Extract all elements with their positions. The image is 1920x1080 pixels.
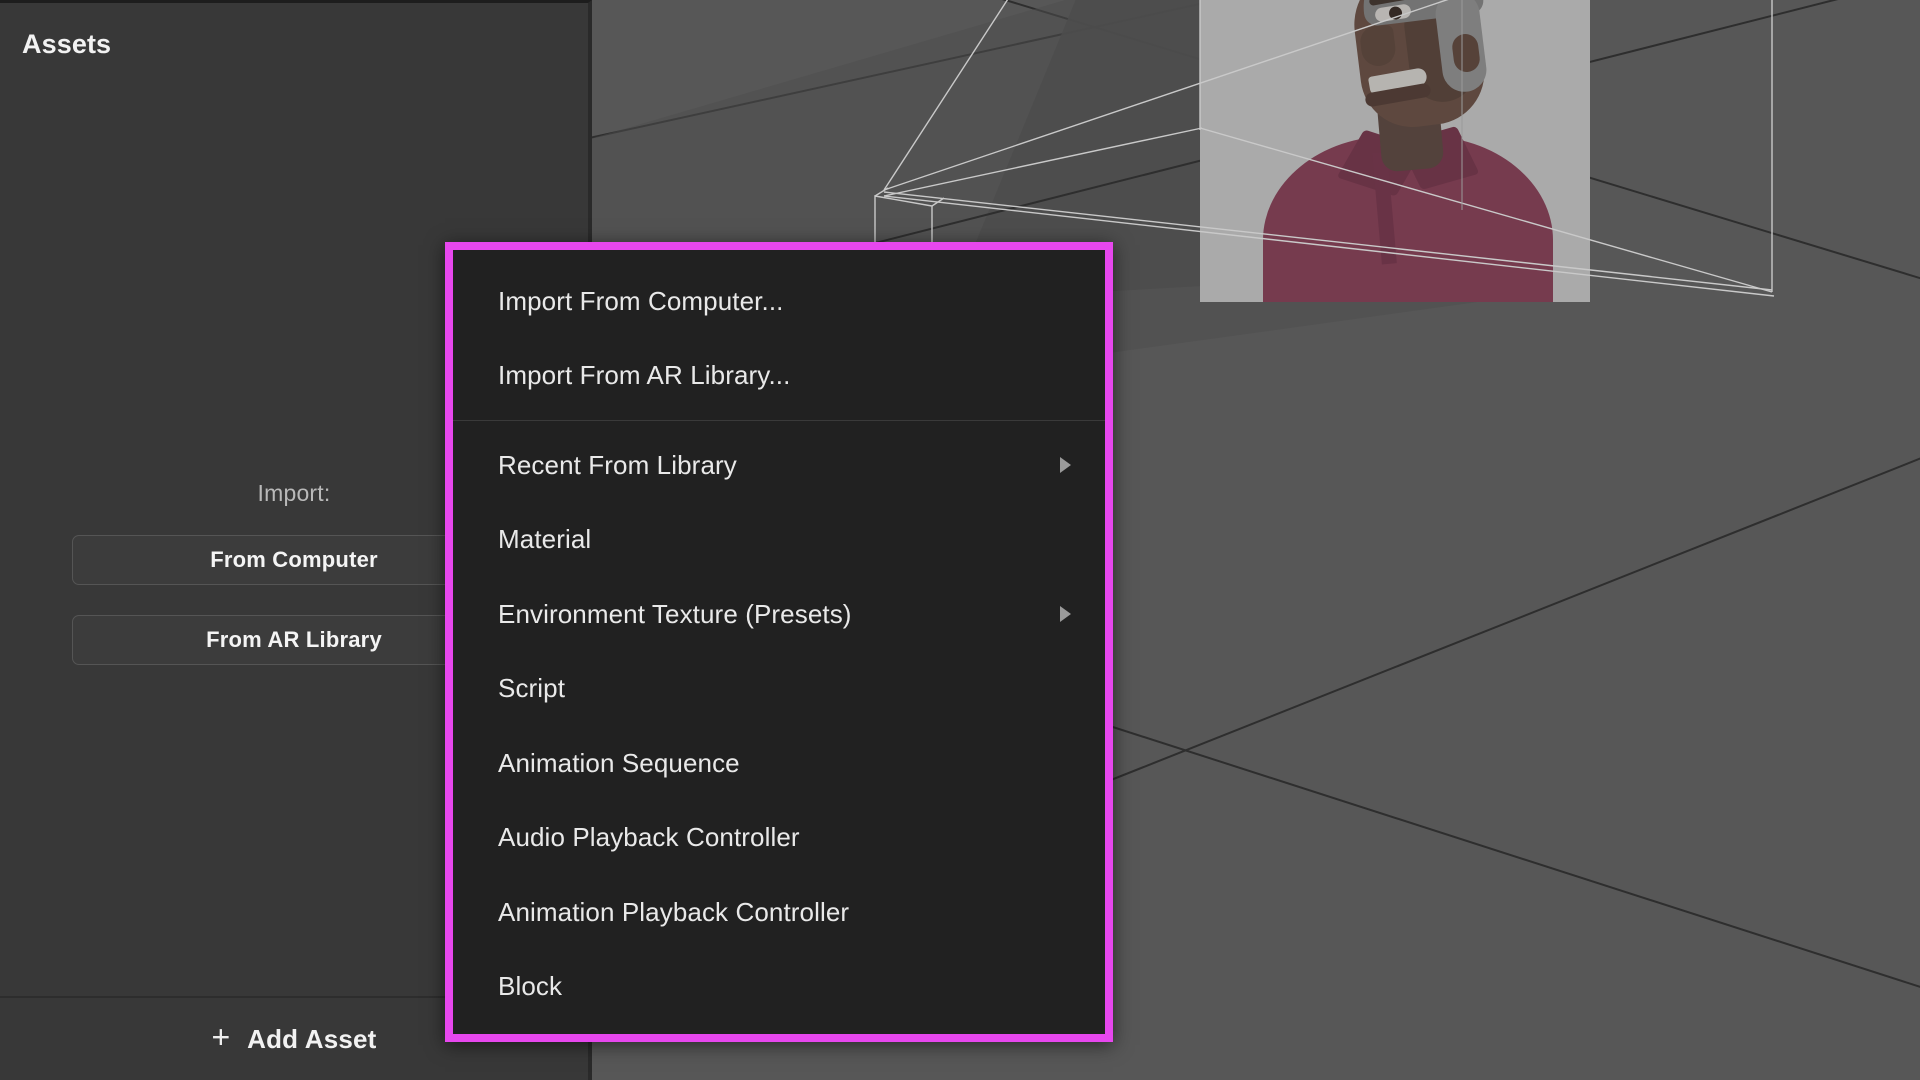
editor-window: Assets Import: From Computer From AR Lib… xyxy=(0,0,1920,1080)
add-asset-label: Add Asset xyxy=(247,1023,377,1054)
menu-item-label: Animation Playback Controller xyxy=(498,896,850,927)
plus-icon: + xyxy=(211,1019,231,1055)
menu-item-label: Material xyxy=(498,524,592,555)
menu-item-label: Environment Texture (Presets) xyxy=(498,598,852,629)
menu-item-label: Script xyxy=(498,673,566,704)
menu-item-recent-from-library[interactable]: Recent From Library xyxy=(453,428,1105,503)
submenu-arrow-icon xyxy=(1060,457,1071,474)
menu-item-animation-sequence[interactable]: Animation Sequence xyxy=(453,726,1105,801)
import-label: Import: xyxy=(257,480,331,506)
menu-separator xyxy=(453,420,1105,421)
context-menu-highlight-box: Import From Computer... Import From AR L… xyxy=(445,242,1113,1042)
menu-item-import-from-ar-library[interactable]: Import From AR Library... xyxy=(453,339,1105,414)
menu-item-label: Import From AR Library... xyxy=(498,360,791,391)
menu-item-label: Import From Computer... xyxy=(498,285,784,316)
add-asset-context-menu[interactable]: Import From Computer... Import From AR L… xyxy=(453,250,1105,1034)
menu-item-block[interactable]: Block xyxy=(453,949,1105,1024)
menu-item-label: Recent From Library xyxy=(498,449,737,480)
menu-item-label: Block xyxy=(498,971,563,1002)
menu-item-material[interactable]: Material xyxy=(453,502,1105,577)
menu-item-script[interactable]: Script xyxy=(453,651,1105,726)
menu-item-environment-texture-presets[interactable]: Environment Texture (Presets) xyxy=(453,577,1105,652)
menu-item-label: Animation Sequence xyxy=(498,747,740,778)
menu-item-animation-playback-controller[interactable]: Animation Playback Controller xyxy=(453,875,1105,950)
menu-item-audio-playback-controller[interactable]: Audio Playback Controller xyxy=(453,800,1105,875)
page-title: Assets xyxy=(22,29,112,59)
menu-item-import-from-computer[interactable]: Import From Computer... xyxy=(453,264,1105,339)
submenu-arrow-icon xyxy=(1060,606,1071,623)
menu-item-label: Audio Playback Controller xyxy=(498,822,800,853)
